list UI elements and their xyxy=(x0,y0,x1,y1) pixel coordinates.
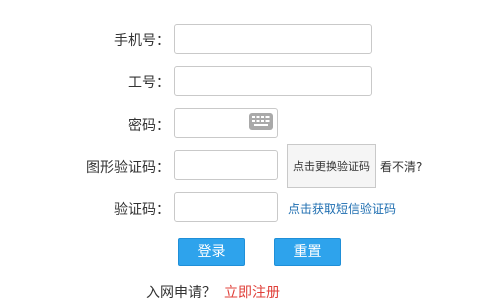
captcha-input[interactable] xyxy=(174,150,278,180)
reset-button[interactable]: 重置 xyxy=(274,238,341,266)
keyboard-icon[interactable] xyxy=(249,113,273,130)
login-button[interactable]: 登录 xyxy=(178,238,245,266)
phone-input[interactable] xyxy=(174,24,372,54)
captcha-refresh-link[interactable]: 看不清? xyxy=(380,158,422,175)
apply-row: 入网申请？ 立即注册 xyxy=(146,282,280,301)
login-form: 手机号： 工号： 密码： 图形验证码： 点击更换验证码 看不清? 验证码： 点击… xyxy=(0,0,500,301)
phone-label: 手机号： xyxy=(114,33,170,49)
apply-question: 入网申请？ xyxy=(146,285,216,301)
register-link[interactable]: 立即注册 xyxy=(224,285,280,301)
captcha-label: 图形验证码： xyxy=(86,160,170,176)
sms-code-input[interactable] xyxy=(174,192,278,222)
get-sms-code-link[interactable]: 点击获取短信验证码 xyxy=(288,200,396,217)
captcha-image[interactable]: 点击更换验证码 xyxy=(287,144,376,188)
employee-id-label: 工号： xyxy=(128,75,170,91)
password-label: 密码： xyxy=(128,118,170,134)
sms-code-label: 验证码： xyxy=(114,202,170,218)
employee-id-input[interactable] xyxy=(174,66,372,96)
